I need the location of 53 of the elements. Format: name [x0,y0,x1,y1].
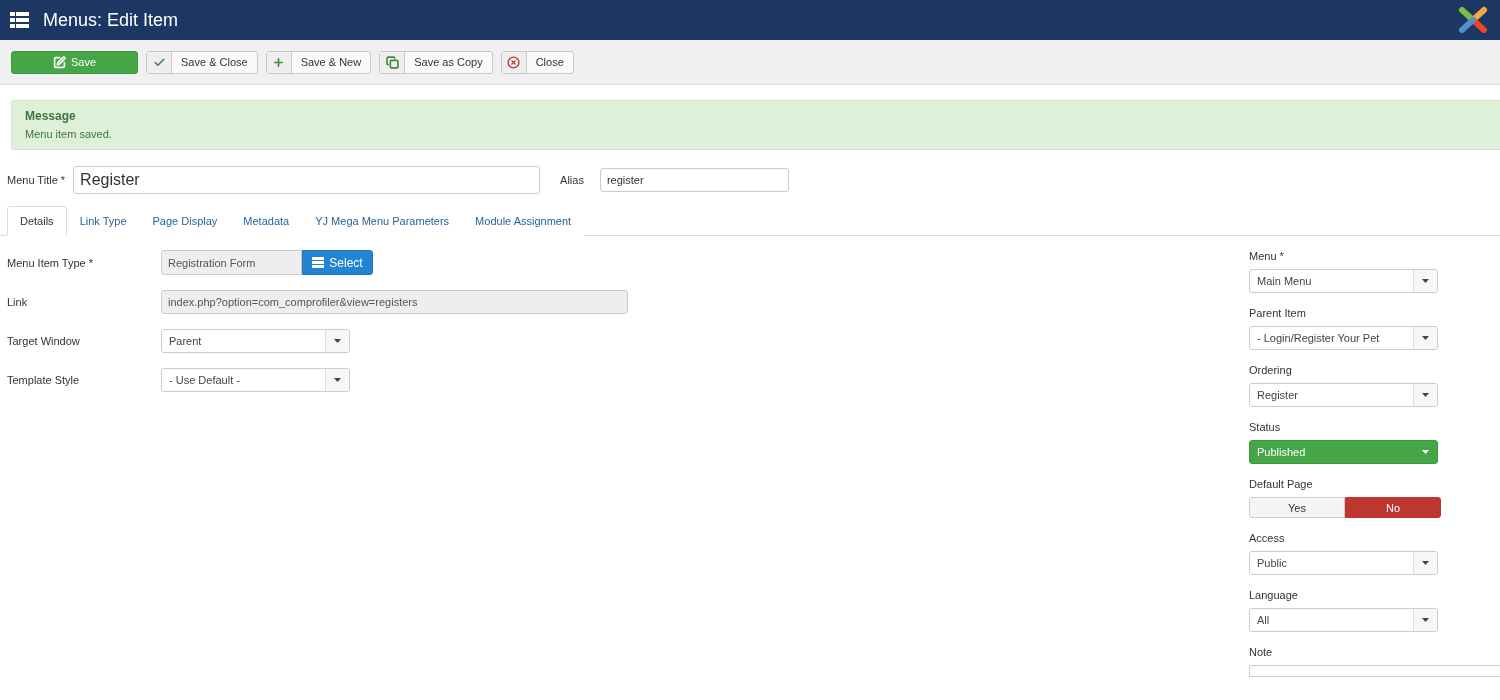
menu-grid-icon [10,12,29,28]
note-field[interactable] [1249,665,1500,677]
list-icon [312,257,325,268]
logo-icon [1456,4,1490,36]
check-icon [152,55,166,69]
toggle-option[interactable]: Yes [1249,497,1345,518]
link-field: index.php?option=com_comprofiler&view=registers [161,289,628,314]
field-label: Alias [560,174,584,186]
plus-icon [272,55,286,69]
type-field: Registration Form [161,250,302,275]
caret-icon [334,377,341,382]
field-label: Menu Title * [7,174,66,186]
toolbar-button[interactable]: Save as Copy [379,50,493,74]
field-label: Link [7,295,29,308]
caret-icon [1422,561,1429,565]
edit-icon [52,55,66,69]
field-label: Default Page [1249,478,1314,490]
caret-icon [334,338,341,343]
toggle-option[interactable]: No [1345,497,1441,518]
field-label: Status [1249,421,1282,433]
select-dropdown[interactable]: Parent [161,328,350,353]
alias-input[interactable]: register [599,168,789,192]
tab[interactable]: Details [7,206,67,236]
select-button[interactable]: Select [302,250,373,275]
select-dropdown[interactable]: - Login/Register Your Pet [1249,326,1438,350]
field-label: Parent Item [1249,307,1307,319]
caret-icon [1422,279,1429,283]
select-dropdown[interactable]: Main Menu [1249,269,1438,293]
field-label: Access [1249,532,1286,544]
select-dropdown[interactable]: - Use Default - [161,367,350,392]
field-label: Note [1249,646,1274,658]
message-heading: Message [25,109,77,123]
field-label: Target Window [7,334,81,347]
copy-icon [385,55,399,69]
select-dropdown[interactable]: Register [1249,383,1438,407]
select-dropdown[interactable]: All [1249,608,1438,632]
caret-icon [1422,336,1429,340]
select-dropdown[interactable]: Public [1249,551,1438,575]
page-title: Menus: Edit Item [43,9,180,31]
toolbar-button[interactable]: Save & New [265,50,372,74]
field-label: Menu Item Type * [7,256,94,269]
toolbar-button[interactable]: Close [500,50,574,74]
caret-icon [1422,393,1429,397]
caret-icon [1422,450,1429,454]
caret-icon [1422,618,1429,622]
field-label: Ordering [1249,364,1293,376]
toolbar-button[interactable]: Save & Close [146,50,258,74]
field-label: Language [1249,589,1299,601]
message-text: Menu item saved. [25,128,113,140]
field-label: Template Style [7,373,81,386]
title-input[interactable]: Register [73,166,541,194]
close-icon [507,55,521,69]
field-label: Menu * [1249,250,1285,262]
